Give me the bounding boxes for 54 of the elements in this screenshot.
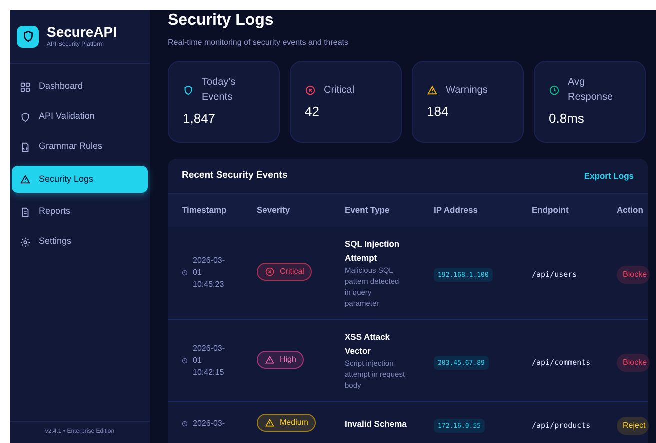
page-title: Security Logs bbox=[168, 11, 275, 31]
stat-label: Today's Events bbox=[202, 76, 237, 106]
warning-icon bbox=[265, 418, 275, 428]
panel-title: Recent Security Events bbox=[182, 168, 288, 183]
shield-icon bbox=[20, 112, 31, 122]
severity-badge: Critical bbox=[257, 263, 312, 281]
error-icon bbox=[265, 267, 275, 277]
stat-label: Critical bbox=[324, 84, 356, 98]
event-type: SQL Injection Attempt bbox=[345, 238, 401, 265]
clock-icon bbox=[182, 270, 188, 276]
warning-icon bbox=[265, 354, 275, 364]
document-icon bbox=[20, 206, 31, 218]
nav-item[interactable]: Reports bbox=[12, 201, 148, 223]
nav-item[interactable]: Security Logs bbox=[12, 166, 148, 193]
page-subtitle: Real-time monitoring of security events and threats bbox=[168, 37, 350, 49]
stat-value: 184 bbox=[427, 102, 450, 121]
nav-item[interactable]: API Validation bbox=[12, 106, 148, 128]
warning-icon bbox=[20, 174, 31, 185]
clock-icon bbox=[182, 358, 188, 364]
stat-label: Warnings bbox=[446, 84, 489, 98]
timestamp: 2026-03- bbox=[193, 418, 226, 430]
column-header: IP Address bbox=[434, 204, 479, 217]
shield-icon bbox=[183, 84, 194, 96]
logo-icon bbox=[17, 26, 39, 48]
brand-name: SecureAPI bbox=[47, 24, 118, 40]
settings-icon bbox=[20, 236, 31, 248]
file-code-icon bbox=[20, 142, 31, 152]
nav-item[interactable]: Grammar Rules bbox=[12, 136, 148, 158]
stat-value: 42 bbox=[305, 102, 320, 121]
nav-item[interactable]: Dashboard bbox=[12, 76, 148, 98]
column-header: Action bbox=[617, 204, 644, 217]
stat-label: Avg Response bbox=[568, 76, 614, 106]
timestamp: 2026-03-01 10:42:15 bbox=[193, 342, 226, 378]
column-header: Event Type bbox=[345, 204, 391, 217]
clock-icon bbox=[549, 84, 560, 96]
nav-item[interactable]: Settings bbox=[12, 231, 148, 253]
stat-value: 0.8ms bbox=[549, 110, 586, 128]
action-badge: Blocke bbox=[617, 266, 650, 284]
timestamp: 2026-03-01 10:45:23 bbox=[193, 255, 226, 291]
severity-badge: High bbox=[257, 350, 304, 368]
grid-icon bbox=[20, 82, 31, 92]
stat-value: 1,847 bbox=[183, 110, 217, 128]
export-logs-link[interactable]: Export Logs bbox=[584, 170, 634, 182]
action-badge: Reject bbox=[617, 417, 649, 435]
event-type: XSS Attack Vector bbox=[345, 331, 392, 358]
clock-icon bbox=[182, 421, 188, 427]
column-header: Endpoint bbox=[532, 204, 570, 217]
warning-icon bbox=[427, 84, 438, 96]
action-badge: Blocke bbox=[617, 354, 650, 372]
severity-badge: Medium bbox=[257, 414, 316, 432]
error-icon bbox=[305, 84, 316, 96]
column-header: Severity bbox=[257, 204, 292, 217]
event-type: Invalid Schema bbox=[345, 418, 408, 431]
column-header: Timestamp bbox=[182, 204, 228, 217]
